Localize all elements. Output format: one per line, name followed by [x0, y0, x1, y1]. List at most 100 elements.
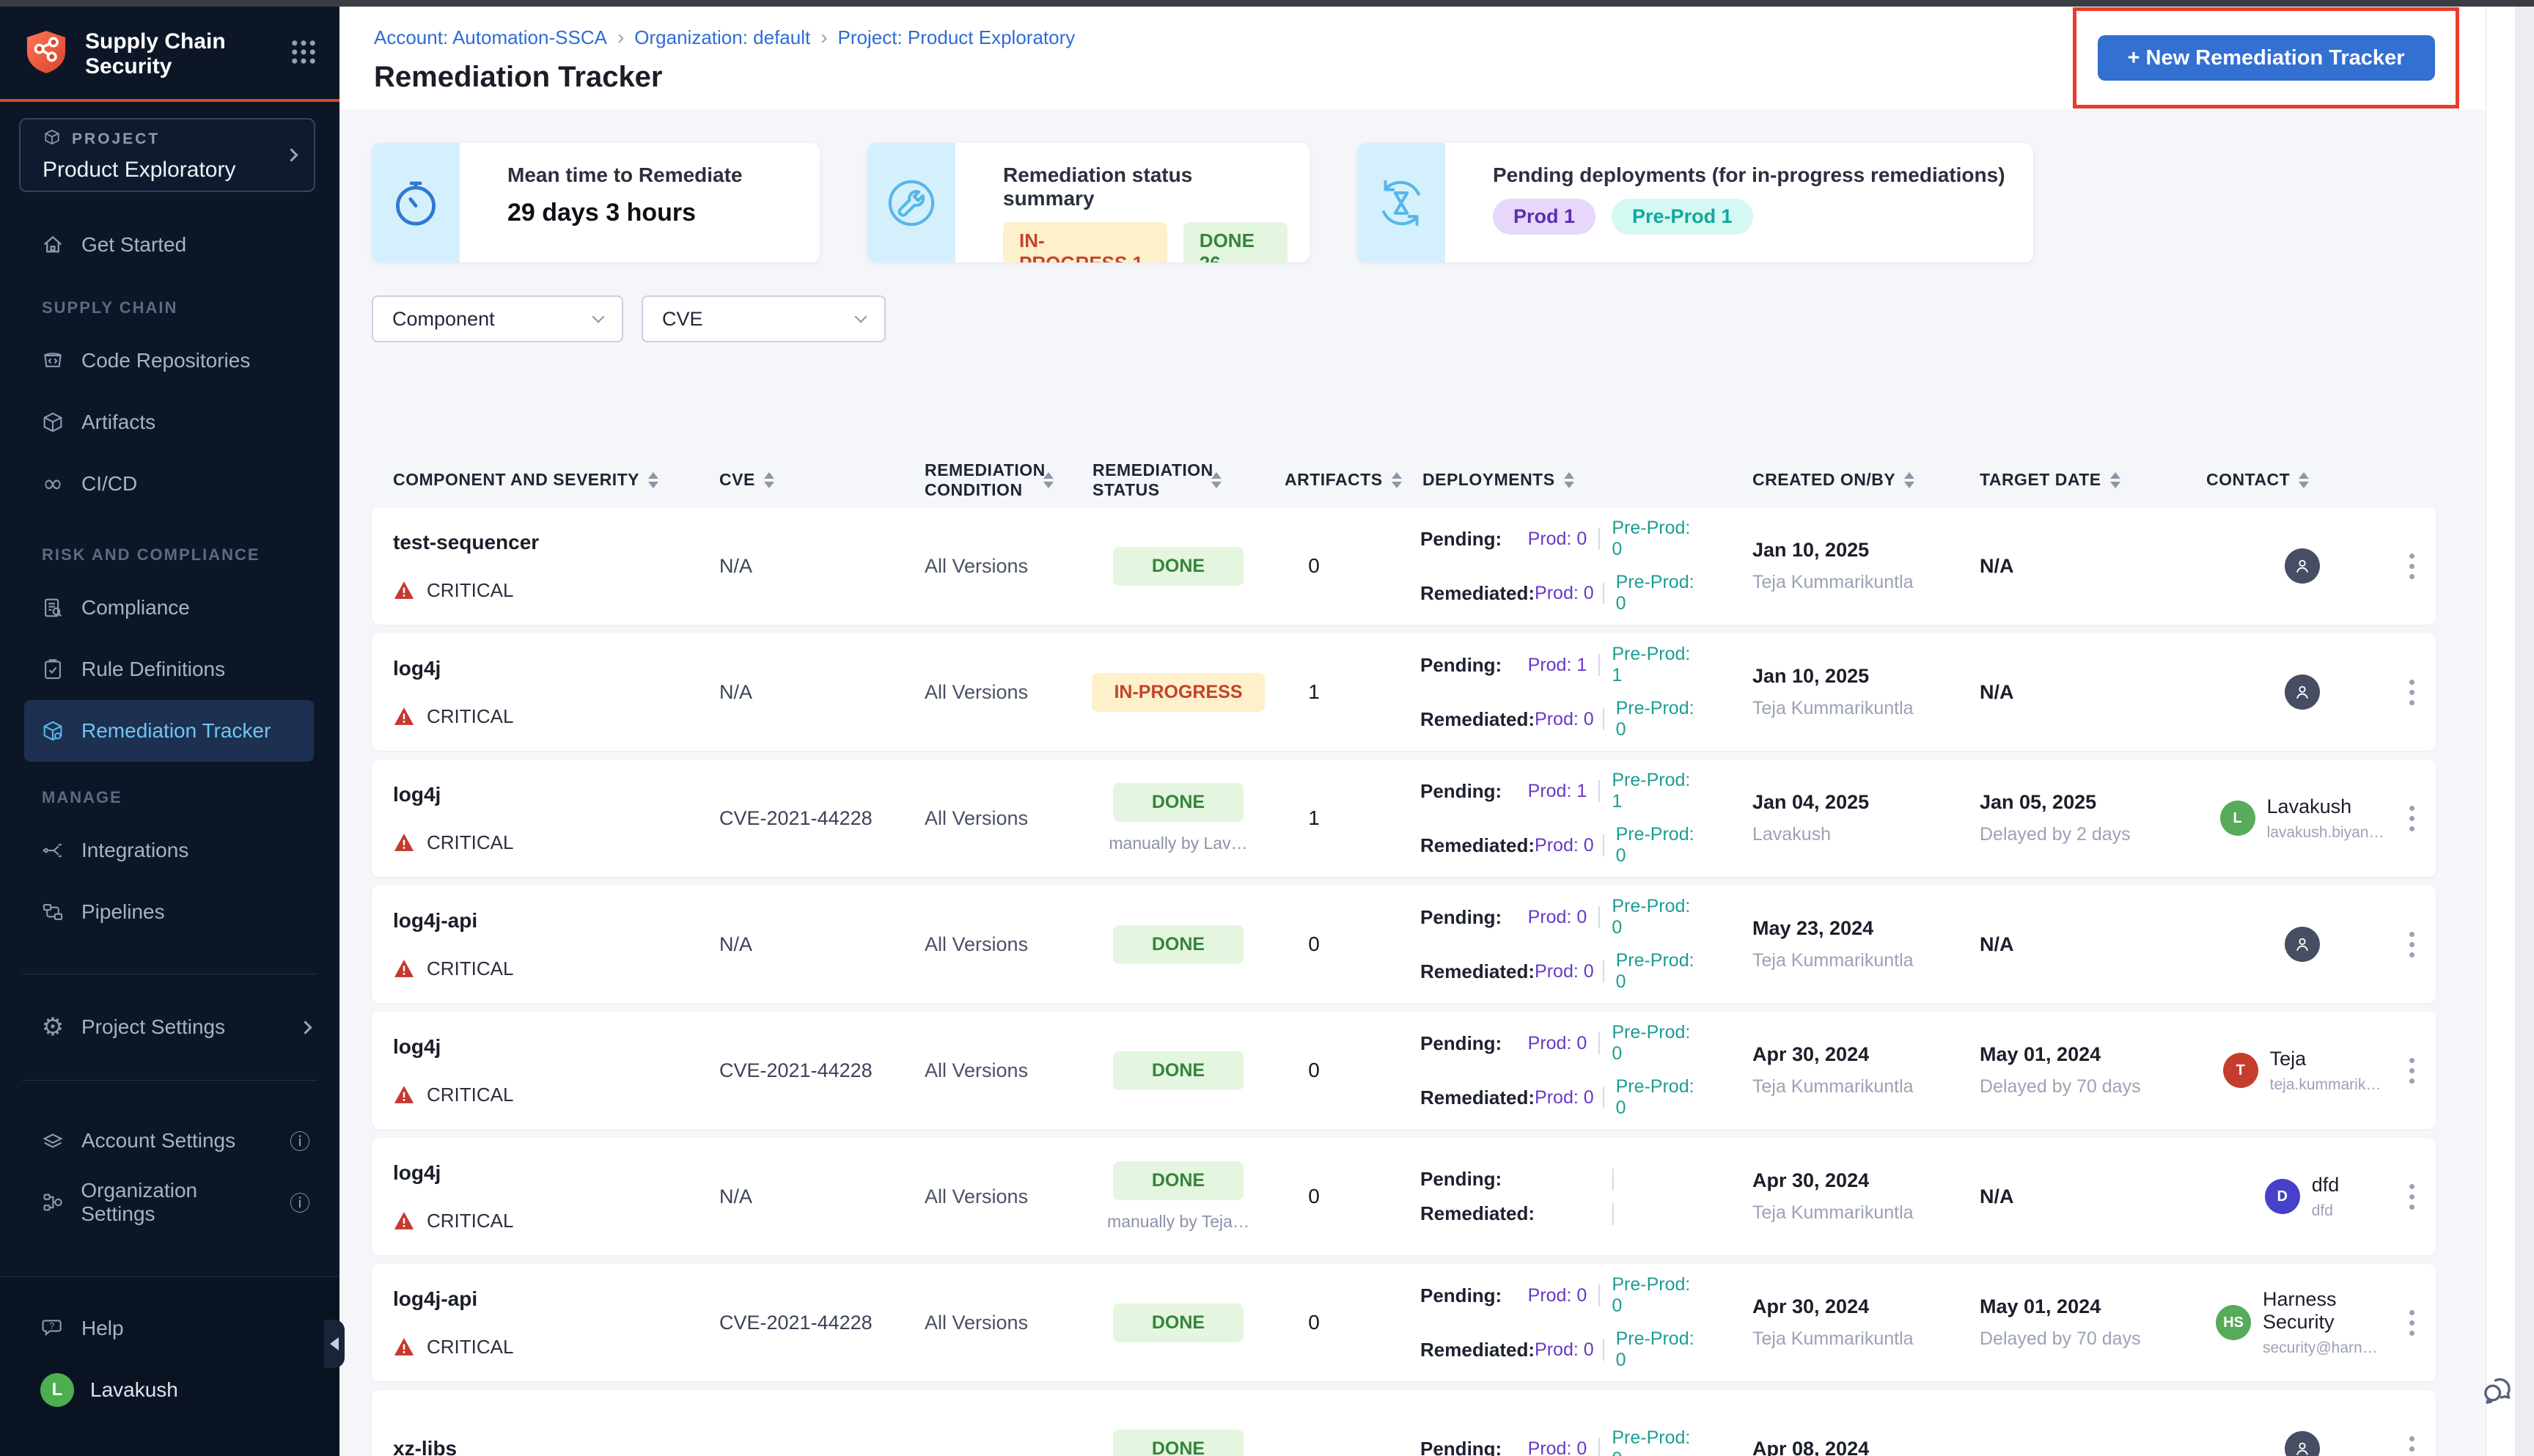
sidebar-item-compliance[interactable]: Compliance	[0, 577, 339, 639]
pending-prod[interactable]: Prod: 0	[1528, 529, 1596, 550]
remediated-preprod[interactable]: Pre-Prod: 0	[1616, 1328, 1699, 1371]
pending-preprod[interactable]: Pre-Prod: 1	[1612, 770, 1699, 812]
sidebar-item-organization-settings[interactable]: Organization Settings ⓘ	[0, 1172, 339, 1233]
pending-prod[interactable]: Prod: 1	[1528, 655, 1596, 676]
home-icon	[43, 235, 62, 253]
remediated-prod[interactable]: Prod: 0	[1535, 835, 1600, 856]
remediated-prod[interactable]: Prod: 0	[1535, 709, 1600, 730]
user-menu[interactable]: L Lavakush	[0, 1359, 339, 1421]
status-badge: DONE	[1113, 1303, 1244, 1342]
pending-prod[interactable]: Prod: 0	[1528, 1285, 1596, 1306]
pending-preprod[interactable]: Pre-Prod: 0	[1612, 1274, 1699, 1317]
pending-preprod[interactable]: Pre-Prod: 0	[1612, 1022, 1699, 1065]
row-menu-button[interactable]	[2388, 1057, 2436, 1084]
table-header-row: COMPONENT AND SEVERITY CVE REMEDIATION C…	[372, 452, 2436, 507]
pending-prod[interactable]: Prod: 0	[1528, 907, 1596, 928]
sort-icon	[2299, 471, 2310, 488]
sidebar-collapse-handle[interactable]	[324, 1320, 345, 1368]
column-header-component[interactable]: COMPONENT AND SEVERITY	[372, 470, 694, 490]
breadcrumb-organization[interactable]: Organization: default	[634, 26, 810, 49]
mean-time-value: 29 days 3 hours	[507, 199, 697, 227]
rule-definitions-clipboard-icon	[45, 659, 61, 680]
sidebar-item-get-started[interactable]: Get Started	[0, 214, 339, 276]
sidebar-item-account-settings[interactable]: Account Settings ⓘ	[0, 1110, 339, 1172]
status-badge: IN-PROGRESS	[1092, 672, 1265, 712]
remediated-preprod[interactable]: Pre-Prod: 0	[1616, 572, 1699, 614]
sidebar-item-rule-definitions[interactable]: Rule Definitions	[0, 639, 339, 700]
remediated-preprod[interactable]: Pre-Prod: 0	[1616, 698, 1699, 740]
pending-preprod[interactable]: Pre-Prod: 0	[1612, 1427, 1699, 1456]
status-badge: DONE	[1113, 783, 1244, 822]
sidebar-item-integrations[interactable]: Integrations	[0, 820, 339, 881]
row-menu-button[interactable]	[2388, 1309, 2436, 1336]
column-header-remediation-condition[interactable]: REMEDIATION CONDITION	[914, 460, 1083, 500]
new-remediation-tracker-button[interactable]: + New Remediation Tracker	[2097, 35, 2435, 81]
column-header-remediation-status[interactable]: REMEDIATION STATUS	[1083, 460, 1274, 500]
divider	[1602, 708, 1604, 730]
row-menu-button[interactable]	[2388, 679, 2436, 705]
pending-prod[interactable]: Prod: 0	[1528, 1438, 1596, 1456]
contact-email: dfd	[2311, 1202, 2333, 1219]
pending-prod[interactable]: Prod: 0	[1528, 1033, 1596, 1054]
column-header-deployments[interactable]: DEPLOYMENTS	[1354, 470, 1699, 490]
remediated-prod[interactable]: Prod: 0	[1535, 961, 1600, 982]
chat-widget-button[interactable]	[2480, 1371, 2517, 1411]
row-menu-button[interactable]	[2388, 1183, 2436, 1210]
remediated-preprod[interactable]: Pre-Prod: 0	[1616, 824, 1699, 867]
critical-severity-icon	[394, 1086, 414, 1103]
sort-icon	[1043, 471, 1054, 488]
component-name: log4j	[393, 656, 441, 680]
cve-value: CVE-2021-44228	[719, 1311, 873, 1334]
column-header-created-on-by[interactable]: CREATED ON/BY	[1699, 470, 1919, 490]
remediated-preprod[interactable]: Pre-Prod: 0	[1616, 950, 1699, 993]
remediation-tracker-icon	[43, 721, 62, 741]
sidebar-item-code-repositories[interactable]: Code Repositories	[0, 330, 339, 391]
pending-preprod[interactable]: Pre-Prod: 0	[1612, 896, 1699, 938]
column-header-target-date[interactable]: TARGET DATE	[1919, 470, 2146, 490]
main-content: Account: Automation-SSCA › Organization:…	[339, 7, 2486, 1456]
sort-icon	[1904, 471, 1915, 488]
infinity-icon: ∞	[42, 469, 64, 499]
row-menu-button[interactable]	[2388, 931, 2436, 957]
component-filter-select[interactable]: Component	[372, 295, 623, 342]
remediated-prod[interactable]: Prod: 0	[1535, 1339, 1600, 1361]
created-date: May 23, 2024	[1752, 917, 1874, 939]
anonymous-avatar	[2284, 674, 2320, 710]
code-repositories-icon	[44, 353, 62, 367]
created-by: Teja Kummarikuntla	[1752, 698, 1914, 718]
app-switcher-grid-icon[interactable]	[288, 37, 319, 71]
compliance-document-icon	[45, 598, 62, 617]
breadcrumb-separator: ›	[820, 26, 828, 48]
status-badge: DONE	[1113, 1429, 1244, 1456]
project-selector[interactable]: PROJECT Product Exploratory	[19, 118, 315, 192]
sidebar-item-artifacts[interactable]: Artifacts	[0, 391, 339, 453]
remediated-prod[interactable]: Prod: 0	[1535, 583, 1600, 604]
remediated-preprod[interactable]: Pre-Prod: 0	[1616, 1076, 1699, 1119]
pending-preprod[interactable]: Pre-Prod: 0	[1612, 518, 1699, 560]
created-date: Jan 10, 2025	[1752, 539, 1870, 561]
row-menu-button[interactable]	[2388, 805, 2436, 831]
sidebar-item-remediation-tracker[interactable]: Remediation Tracker	[24, 700, 314, 762]
sidebar-footer: ? Help L Lavakush	[0, 1276, 339, 1456]
scrollbar-track[interactable]	[2515, 7, 2534, 1456]
sidebar-item-cicd[interactable]: ∞ CI/CD	[0, 453, 339, 515]
sidebar-item-label: Remediation Tracker	[81, 719, 271, 742]
table-filters: Component CVE	[372, 295, 886, 342]
remediated-prod[interactable]: Prod: 0	[1535, 1087, 1600, 1108]
critical-severity-icon	[394, 1338, 414, 1356]
breadcrumb-project[interactable]: Project: Product Exploratory	[838, 26, 1076, 49]
sidebar-item-help[interactable]: ? Help	[0, 1298, 339, 1359]
column-header-artifacts[interactable]: ARTIFACTS	[1274, 470, 1402, 490]
component-name: log4j	[393, 1161, 441, 1184]
column-header-contact[interactable]: CONTACT	[2146, 470, 2388, 490]
sidebar-item-project-settings[interactable]: ⚙ Project Settings	[0, 996, 339, 1058]
pending-prod[interactable]: Prod: 1	[1528, 781, 1596, 802]
cve-filter-select[interactable]: CVE	[642, 295, 886, 342]
column-header-cve[interactable]: CVE	[694, 470, 914, 490]
prod-pending-badge: Prod 1	[1493, 199, 1596, 235]
row-menu-button[interactable]	[2388, 1435, 2436, 1456]
sidebar-item-pipelines[interactable]: Pipelines	[0, 881, 339, 943]
breadcrumb-account[interactable]: Account: Automation-SSCA	[374, 26, 607, 49]
row-menu-button[interactable]	[2388, 553, 2436, 579]
pending-preprod[interactable]: Pre-Prod: 1	[1612, 644, 1699, 686]
